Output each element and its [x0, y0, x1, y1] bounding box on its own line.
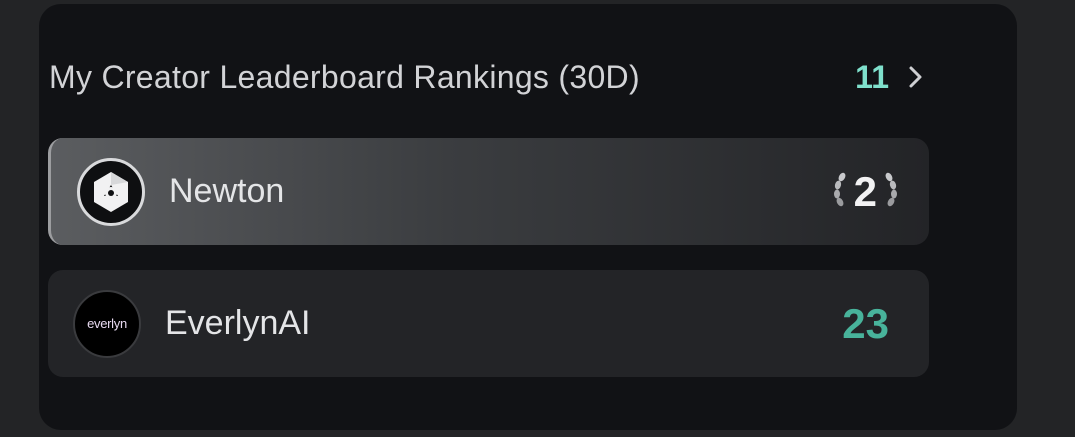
rank-badge: 23 [842, 300, 901, 348]
rank-badge: 2 [830, 168, 901, 216]
leaderboard-row-everlynai[interactable]: everlyn EverlynAI 23 [48, 270, 929, 377]
rank-value: 23 [842, 299, 889, 347]
leaderboard-row-newton[interactable]: Newton 2 [48, 138, 929, 245]
row-name: Newton [169, 172, 285, 210]
rankings-count: 11 [855, 58, 889, 95]
rank-value: 2 [853, 167, 877, 215]
everlyn-logo-icon: everlyn [73, 289, 141, 358]
laurel-right-icon [883, 169, 901, 214]
chevron-right-icon [903, 64, 929, 90]
newton-logo-icon [77, 157, 145, 226]
leaderboard-title: My Creator Leaderboard Rankings (30D) [49, 58, 640, 95]
row-name: EverlynAI [165, 304, 311, 342]
laurel-left-icon [830, 169, 848, 214]
leaderboard-header: My Creator Leaderboard Rankings (30D) 11 [49, 52, 929, 102]
everlyn-logo-text: everlyn [87, 316, 127, 331]
view-all-rankings-link[interactable]: 11 [855, 59, 929, 96]
